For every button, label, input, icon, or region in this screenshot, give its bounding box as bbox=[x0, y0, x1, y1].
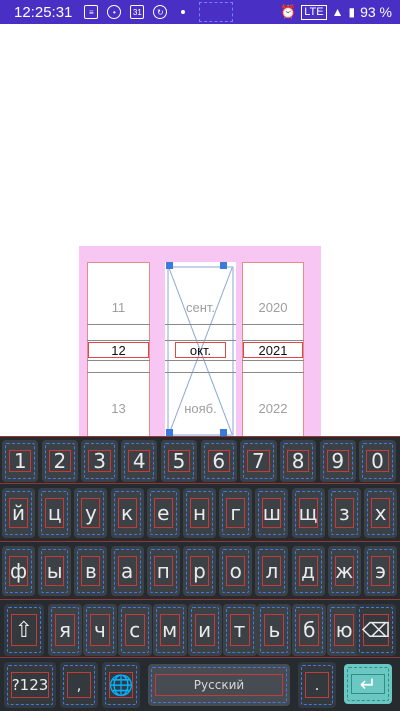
letter-key[interactable]: ь bbox=[257, 604, 292, 656]
backspace-icon: ⌫ bbox=[361, 618, 391, 642]
month-next[interactable]: нояб. bbox=[165, 401, 236, 416]
resize-handle[interactable] bbox=[166, 262, 173, 269]
day-prev[interactable]: 11 bbox=[87, 300, 150, 315]
number-key[interactable]: 7 bbox=[240, 440, 277, 482]
signal-icon: ▲ bbox=[331, 5, 344, 19]
month-picker[interactable]: сент. окт. нояб. bbox=[165, 262, 236, 446]
letter-key[interactable]: з bbox=[327, 488, 361, 538]
letter-key[interactable]: и bbox=[187, 604, 222, 656]
letter-key[interactable]: ф bbox=[2, 546, 35, 596]
day-current[interactable]: 12 bbox=[87, 343, 150, 358]
symbols-key[interactable]: ?123 bbox=[4, 662, 56, 708]
globe-icon: 🌐 bbox=[108, 673, 134, 697]
space-key[interactable]: Русский bbox=[148, 664, 290, 706]
battery-icon: ▮ bbox=[348, 5, 356, 19]
letter-key[interactable]: к bbox=[110, 488, 144, 538]
date-picker: 11 12 13 сент. окт. нояб. 2020 2021 2022 bbox=[79, 246, 321, 446]
number-key[interactable]: 3 bbox=[81, 440, 118, 482]
status-time: 12:25:31 bbox=[14, 3, 73, 21]
comma-key[interactable]: , bbox=[60, 662, 98, 708]
resize-handle[interactable] bbox=[166, 429, 173, 436]
letter-key[interactable]: х bbox=[364, 488, 397, 538]
letter-key[interactable]: р bbox=[183, 546, 216, 596]
year-next[interactable]: 2022 bbox=[242, 401, 304, 416]
backspace-key[interactable]: ⌫ bbox=[356, 604, 396, 656]
letter-key[interactable]: э bbox=[364, 546, 397, 596]
letter-key[interactable]: й bbox=[2, 488, 35, 538]
letter-key[interactable]: о bbox=[219, 546, 253, 596]
letter-key[interactable]: н bbox=[183, 488, 216, 538]
letter-key[interactable]: у bbox=[74, 488, 108, 538]
enter-key[interactable]: ↵ bbox=[344, 664, 392, 704]
letter-key[interactable]: ж bbox=[327, 546, 361, 596]
month-prev[interactable]: сент. bbox=[165, 300, 236, 315]
alarm-icon: ⏰ bbox=[280, 4, 297, 19]
letter-key[interactable]: п bbox=[146, 546, 180, 596]
letter-key[interactable]: д bbox=[291, 546, 325, 596]
letter-key[interactable]: ч bbox=[82, 604, 117, 656]
letter-key[interactable]: щ bbox=[291, 488, 325, 538]
year-current[interactable]: 2021 bbox=[242, 343, 304, 358]
status-bar: 12:25:31 ≡ • 31 ↻ ⏰ LTE ▲ ▮ 93 % bbox=[0, 0, 400, 24]
letter-key[interactable]: ы bbox=[38, 546, 72, 596]
soft-keyboard: 1234567890 йцукенгшщзх фывапролджэ ячсми… bbox=[0, 436, 400, 711]
network-type: LTE bbox=[301, 4, 327, 20]
letter-key[interactable]: е bbox=[146, 488, 180, 538]
number-key[interactable]: 9 bbox=[319, 440, 356, 482]
letter-key[interactable]: м bbox=[152, 604, 187, 656]
notes-icon: ≡ bbox=[84, 5, 99, 19]
number-key[interactable]: 2 bbox=[41, 440, 79, 482]
year-picker[interactable]: 2020 2021 2022 bbox=[242, 262, 304, 446]
resize-handle[interactable] bbox=[220, 429, 227, 436]
calendar-icon: 31 bbox=[130, 5, 145, 19]
record-icon: • bbox=[107, 5, 122, 19]
enter-icon: ↵ bbox=[359, 672, 377, 696]
shift-icon: ⇧ bbox=[14, 617, 34, 643]
shift-key[interactable]: ⇧ bbox=[4, 604, 44, 656]
number-key[interactable]: 1 bbox=[2, 440, 39, 482]
letter-key[interactable]: а bbox=[110, 546, 144, 596]
month-current[interactable]: окт. bbox=[165, 343, 236, 358]
number-key[interactable]: 4 bbox=[121, 440, 158, 482]
day-next[interactable]: 13 bbox=[87, 401, 150, 416]
number-key[interactable]: 0 bbox=[359, 440, 396, 482]
letter-key[interactable]: г bbox=[219, 488, 253, 538]
battery-percent: 93 % bbox=[360, 4, 392, 20]
number-key[interactable]: 5 bbox=[160, 440, 198, 482]
dot-icon bbox=[181, 10, 186, 14]
status-bounds bbox=[199, 2, 233, 22]
letter-key[interactable]: л bbox=[255, 546, 289, 596]
day-picker[interactable]: 11 12 13 bbox=[87, 262, 150, 446]
letter-key[interactable]: ш bbox=[255, 488, 289, 538]
language-key[interactable]: 🌐 bbox=[102, 662, 140, 708]
letter-key[interactable]: т bbox=[222, 604, 257, 656]
resize-handle[interactable] bbox=[220, 262, 227, 269]
letter-key[interactable]: б bbox=[292, 604, 327, 656]
period-key[interactable]: . bbox=[298, 662, 336, 708]
year-prev[interactable]: 2020 bbox=[242, 300, 304, 315]
sync-icon: ↻ bbox=[153, 5, 168, 19]
letter-key[interactable]: ц bbox=[38, 488, 72, 538]
letter-key[interactable]: я bbox=[48, 604, 82, 656]
letter-key[interactable]: в bbox=[74, 546, 108, 596]
letter-key[interactable]: с bbox=[117, 604, 152, 656]
number-key[interactable]: 6 bbox=[200, 440, 237, 482]
number-key[interactable]: 8 bbox=[279, 440, 317, 482]
